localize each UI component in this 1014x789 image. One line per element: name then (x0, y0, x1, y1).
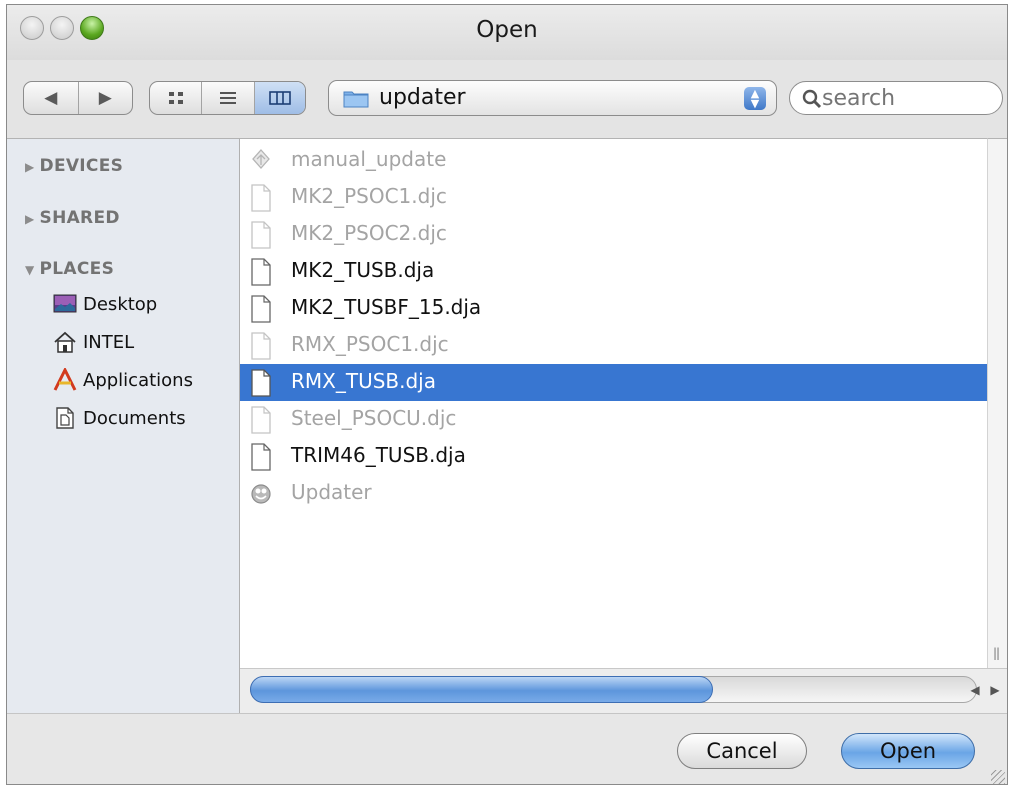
view-mode-control (149, 81, 306, 115)
application-icon (251, 484, 271, 504)
window-title: Open (476, 17, 538, 43)
file-row-steel-psocu[interactable]: Steel_PSOCU.djc (240, 401, 987, 438)
document-icon (251, 443, 271, 471)
file-row-manual-update[interactable]: manual_update (240, 142, 987, 179)
file-name: Steel_PSOCU.djc (291, 406, 457, 430)
column-view-icon (269, 91, 291, 105)
scroll-left-arrow-icon[interactable]: ◀ (965, 678, 985, 702)
open-dialog-window: Open ◀ ▶ updater ▲ ▼ search ▶ DEVICES ▶ … (6, 4, 1008, 785)
file-row-updater[interactable]: Updater (240, 475, 987, 512)
sidebar-item-label: Desktop (83, 293, 158, 315)
file-row-rmx-psoc1[interactable]: RMX_PSOC1.djc (240, 327, 987, 364)
documents-icon (56, 407, 74, 429)
back-forward-control: ◀ ▶ (23, 81, 133, 115)
back-button[interactable]: ◀ (24, 82, 78, 114)
document-icon (251, 221, 271, 249)
disclosure-triangle-expanded-icon: ▼ (25, 263, 35, 277)
disclosure-triangle-collapsed-icon: ▶ (25, 212, 35, 226)
file-name: manual_update (291, 147, 447, 171)
file-name: MK2_PSOC1.djc (291, 184, 447, 208)
back-arrow-icon: ◀ (44, 88, 58, 108)
column-resize-strip[interactable]: || (987, 138, 1007, 668)
home-icon (54, 331, 76, 353)
sidebar-section-shared[interactable]: ▶ SHARED (25, 208, 120, 228)
sidebar-item-applications[interactable]: Applications (53, 365, 193, 395)
icon-view-button[interactable] (150, 82, 201, 114)
alias-icon (252, 149, 270, 169)
document-icon (251, 369, 271, 397)
folder-icon (343, 91, 369, 108)
file-name: MK2_TUSB.dja (291, 258, 435, 282)
sidebar-section-label: PLACES (39, 259, 115, 279)
window-resize-grip-icon[interactable] (991, 770, 1005, 784)
document-icon (251, 258, 271, 286)
sidebar-section-label: SHARED (39, 208, 120, 228)
file-row-mk2-psoc2[interactable]: MK2_PSOC2.djc (240, 216, 987, 253)
file-row-mk2-tusb[interactable]: MK2_TUSB.dja (240, 253, 987, 290)
file-list[interactable]: manual_update MK2_PSOC1.djc MK2_PSOC2.dj… (240, 138, 987, 668)
sidebar-section-label: DEVICES (39, 156, 124, 176)
applications-icon (53, 368, 77, 391)
file-name: MK2_PSOC2.djc (291, 221, 447, 245)
scrollbar-thumb[interactable] (250, 676, 713, 703)
sidebar-item-label: Documents (83, 407, 186, 429)
disclosure-triangle-collapsed-icon: ▶ (25, 160, 35, 174)
scroll-right-arrow-icon[interactable]: ▶ (985, 678, 1005, 702)
search-icon (802, 89, 822, 109)
forward-button[interactable]: ▶ (77, 82, 133, 114)
path-popup-button[interactable]: updater ▲ ▼ (328, 80, 777, 116)
file-name: RMX_PSOC1.djc (291, 332, 449, 356)
file-row-trim46-tusb[interactable]: TRIM46_TUSB.dja (240, 438, 987, 475)
sidebar-item-intel[interactable]: INTEL (53, 327, 134, 357)
column-resize-grip-icon[interactable]: || (993, 646, 1000, 660)
file-row-mk2-psoc1[interactable]: MK2_PSOC1.djc (240, 179, 987, 216)
file-name: Updater (291, 480, 372, 504)
popup-arrows-icon: ▲ ▼ (744, 87, 766, 110)
document-icon (251, 332, 271, 360)
sidebar-section-places[interactable]: ▼ PLACES (25, 259, 114, 279)
search-field[interactable] (789, 81, 1003, 115)
list-view-icon (219, 92, 236, 104)
horizontal-scrollbar[interactable]: ◀ ▶ (240, 668, 1007, 713)
title-bar[interactable]: Open (7, 5, 1007, 60)
file-row-rmx-tusb[interactable]: RMX_TUSB.dja (240, 364, 987, 401)
cancel-button[interactable]: Cancel (677, 733, 807, 769)
desktop-icon (53, 294, 77, 313)
sidebar-section-devices[interactable]: ▶ DEVICES (25, 156, 123, 176)
path-popup-label: updater (379, 85, 466, 110)
dialog-button-bar: Cancel Open (7, 713, 1007, 784)
sidebar-item-documents[interactable]: Documents (53, 403, 186, 433)
file-name: MK2_TUSBF_15.dja (291, 295, 482, 319)
search-input[interactable] (822, 86, 992, 111)
sidebar-item-label: Applications (83, 369, 193, 391)
file-name: RMX_TUSB.dja (291, 369, 436, 393)
document-icon (251, 184, 271, 212)
sidebar: ▶ DEVICES ▶ SHARED ▼ PLACES Desktop INTEL (7, 138, 240, 713)
document-icon (251, 295, 271, 323)
document-icon (251, 406, 271, 434)
icon-view-icon (168, 92, 183, 104)
forward-arrow-icon: ▶ (98, 88, 112, 108)
open-button[interactable]: Open (841, 733, 975, 769)
toolbar: ◀ ▶ updater ▲ ▼ (7, 60, 1007, 138)
file-row-mk2-tusbf-15[interactable]: MK2_TUSBF_15.dja (240, 290, 987, 327)
file-name: TRIM46_TUSB.dja (291, 443, 466, 467)
column-view-button[interactable] (253, 82, 305, 114)
list-view-button[interactable] (201, 82, 253, 114)
sidebar-item-label: INTEL (83, 331, 135, 353)
sidebar-item-desktop[interactable]: Desktop (53, 289, 157, 319)
